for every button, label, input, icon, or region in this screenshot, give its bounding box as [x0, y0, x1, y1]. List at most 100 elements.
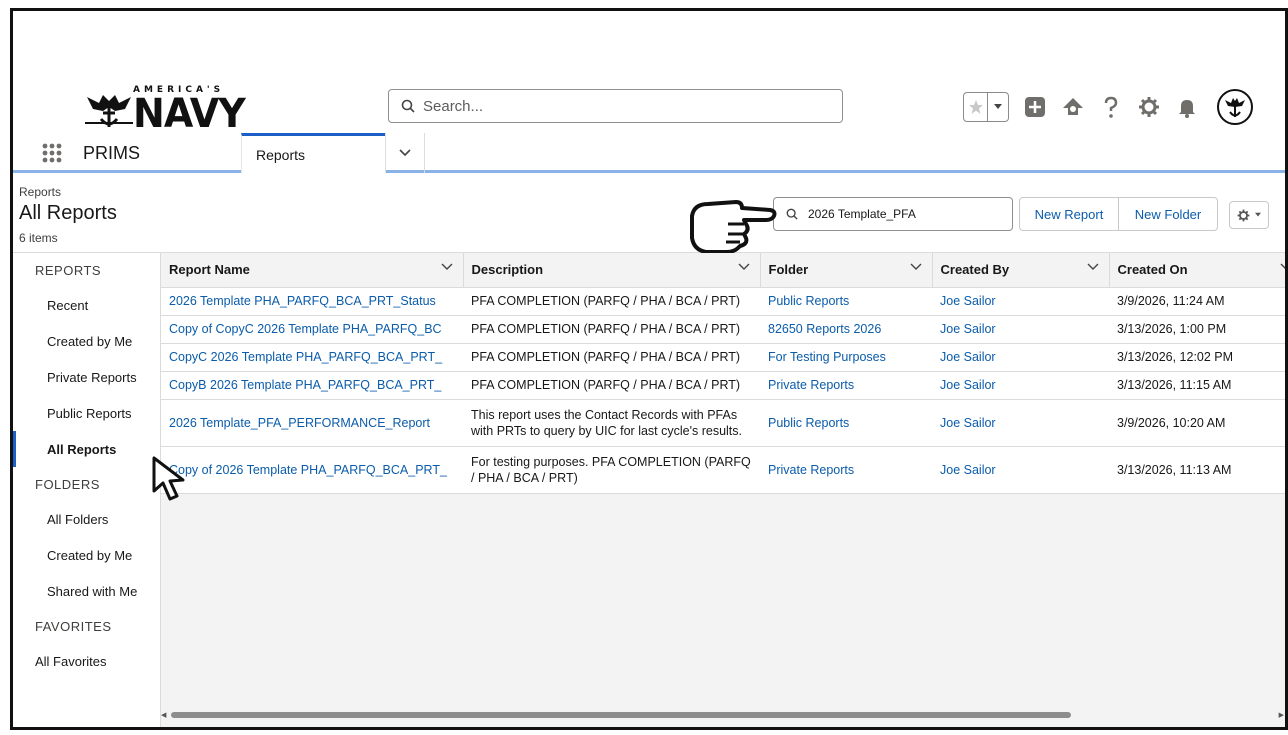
created-by-link[interactable]: Joe Sailor — [940, 378, 996, 392]
navy-emblem-icon — [1225, 98, 1245, 117]
created-on-cell: 3/13/2026, 12:02 PM — [1109, 343, 1285, 372]
table-header-row: Report Name Description Folder Created B… — [161, 253, 1288, 288]
report-name-link[interactable]: Copy of CopyC 2026 Template PHA_PARFQ_BC — [169, 322, 442, 336]
column-label: Report Name — [169, 262, 250, 278]
table-row: Copy of 2026 Template PHA_PARFQ_BCA_PRT_… — [161, 446, 1285, 494]
sidebar-item-all-reports[interactable]: All Reports — [13, 431, 160, 467]
trailhead-icon — [1063, 98, 1083, 115]
app-window: AMERICA'S NAVY Search... PRIMS Reports R… — [10, 8, 1288, 730]
favorites-list-button[interactable] — [988, 93, 1008, 121]
sidebar-item-private-reports[interactable]: Private Reports — [13, 359, 160, 395]
column-label: Created By — [940, 262, 1010, 278]
chevron-down-icon[interactable] — [738, 263, 750, 271]
sidebar-item-recent[interactable]: Recent — [13, 287, 160, 323]
app-name: PRIMS — [83, 143, 141, 163]
table-row: CopyC 2026 Template PHA_PARFQ_BCA_PRT_ P… — [161, 343, 1285, 372]
folder-link[interactable]: Private Reports — [768, 463, 854, 477]
chevron-down-icon[interactable] — [441, 263, 453, 271]
new-report-button[interactable]: New Report — [1019, 197, 1119, 231]
item-count: 6 items — [19, 231, 58, 245]
description-cell: This report uses the Contact Records wit… — [463, 399, 760, 447]
sidebar-item-all-favorites[interactable]: All Favorites — [13, 643, 160, 679]
created-on-cell: 3/13/2026, 11:15 AM — [1109, 371, 1285, 400]
user-avatar[interactable] — [1217, 89, 1253, 125]
search-placeholder: Search... — [423, 97, 484, 115]
column-header-created-on[interactable]: Created On — [1109, 253, 1288, 288]
chevron-down-icon[interactable] — [1087, 263, 1099, 271]
search-icon — [401, 99, 415, 113]
sidebar-item-folders-created-by-me[interactable]: Created by Me — [13, 537, 160, 573]
created-by-link[interactable]: Joe Sailor — [940, 416, 996, 430]
tab-reports[interactable]: Reports — [241, 133, 385, 173]
star-icon — [968, 100, 983, 114]
notifications-button[interactable] — [1175, 95, 1199, 119]
gear-icon — [1139, 97, 1159, 117]
column-header-report-name[interactable]: Report Name — [161, 253, 464, 288]
report-name-link[interactable]: CopyB 2026 Template PHA_PARFQ_BCA_PRT_ — [169, 378, 441, 392]
sidebar-item-all-folders[interactable]: All Folders — [13, 501, 160, 537]
reports-table-container: Report Name Description Folder Created B… — [161, 253, 1288, 727]
created-on-cell: 3/13/2026, 11:13 AM — [1109, 446, 1285, 494]
gear-icon — [1237, 209, 1249, 221]
list-view-header: Reports All Reports 6 items 2026 Templat… — [13, 173, 1285, 253]
help-button[interactable] — [1099, 95, 1123, 119]
chevron-down-icon[interactable] — [910, 263, 922, 271]
chevron-down-icon — [399, 149, 411, 157]
trailhead-button[interactable] — [1061, 95, 1085, 119]
report-name-link[interactable]: 2026 Template PHA_PARFQ_BCA_PRT_Status — [169, 294, 436, 308]
folder-link[interactable]: For Testing Purposes — [768, 350, 886, 364]
list-search-value: 2026 Template_PFA — [808, 207, 916, 221]
description-cell: PFA COMPLETION (PARFQ / PHA / BCA / PRT) — [463, 315, 760, 344]
sidebar-header-reports: REPORTS — [35, 262, 102, 278]
report-name-link[interactable]: Copy of 2026 Template PHA_PARFQ_BCA_PRT_ — [169, 463, 447, 477]
global-search-input[interactable]: Search... — [388, 89, 843, 123]
column-label: Description — [471, 262, 544, 278]
chevron-down-icon — [1254, 212, 1261, 217]
column-header-description[interactable]: Description — [463, 253, 761, 288]
table-row: 2026 Template_PFA_PERFORMANCE_Report Thi… — [161, 399, 1285, 447]
chevron-down-icon[interactable] — [1280, 263, 1288, 271]
sidebar-item-public-reports[interactable]: Public Reports — [13, 395, 160, 431]
app-launcher-icon[interactable] — [41, 142, 63, 164]
scroll-left-arrow[interactable]: ◀ — [161, 711, 166, 719]
folder-link[interactable]: Public Reports — [768, 294, 849, 308]
scroll-right-arrow[interactable]: ▶ — [1279, 711, 1284, 719]
created-by-link[interactable]: Joe Sailor — [940, 463, 996, 477]
created-by-link[interactable]: Joe Sailor — [940, 294, 996, 308]
table-row: 2026 Template PHA_PARFQ_BCA_PRT_Status P… — [161, 287, 1285, 316]
new-folder-button[interactable]: New Folder — [1118, 197, 1218, 231]
column-header-folder[interactable]: Folder — [760, 253, 933, 288]
sidebar-item-shared-with-me[interactable]: Shared with Me — [13, 573, 160, 609]
reports-table: Report Name Description Folder Created B… — [161, 253, 1288, 494]
tab-reports-menu-button[interactable] — [385, 133, 425, 173]
report-name-link[interactable]: CopyC 2026 Template PHA_PARFQ_BCA_PRT_ — [169, 350, 442, 364]
sidebar-item-created-by-me[interactable]: Created by Me — [13, 323, 160, 359]
sidebar-header-favorites: FAVORITES — [35, 618, 112, 634]
table-row: CopyB 2026 Template PHA_PARFQ_BCA_PRT_ P… — [161, 371, 1285, 400]
created-by-link[interactable]: Joe Sailor — [940, 350, 996, 364]
reports-sidebar: REPORTS Recent Created by Me Private Rep… — [13, 253, 161, 727]
question-mark-icon — [1104, 96, 1118, 118]
created-on-cell: 3/9/2026, 10:20 AM — [1109, 399, 1285, 447]
folder-link[interactable]: 82650 Reports 2026 — [768, 322, 881, 336]
favorites-control — [963, 92, 1009, 122]
created-on-cell: 3/9/2026, 11:24 AM — [1109, 287, 1285, 316]
list-settings-button[interactable] — [1229, 201, 1269, 229]
setup-button[interactable] — [1137, 95, 1161, 119]
description-cell: PFA COMPLETION (PARFQ / PHA / BCA / PRT) — [463, 343, 760, 372]
folder-link[interactable]: Private Reports — [768, 378, 854, 392]
created-on-cell: 3/13/2026, 1:00 PM — [1109, 315, 1285, 344]
column-label: Created On — [1117, 262, 1188, 278]
folder-link[interactable]: Public Reports — [768, 416, 849, 430]
list-search-input[interactable]: 2026 Template_PFA — [773, 197, 1013, 231]
favorite-star-button[interactable] — [964, 93, 988, 121]
horizontal-scrollbar[interactable] — [171, 712, 1071, 718]
description-cell: For testing purposes. PFA COMPLETION (PA… — [463, 446, 760, 494]
header-actions — [963, 87, 1253, 127]
column-header-created-by[interactable]: Created By — [932, 253, 1110, 288]
report-name-link[interactable]: 2026 Template_PFA_PERFORMANCE_Report — [169, 416, 430, 430]
global-actions-button[interactable] — [1023, 95, 1047, 119]
navy-logo: AMERICA'S NAVY — [71, 85, 246, 137]
created-by-link[interactable]: Joe Sailor — [940, 322, 996, 336]
brand-main-text: NAVY — [133, 91, 246, 137]
